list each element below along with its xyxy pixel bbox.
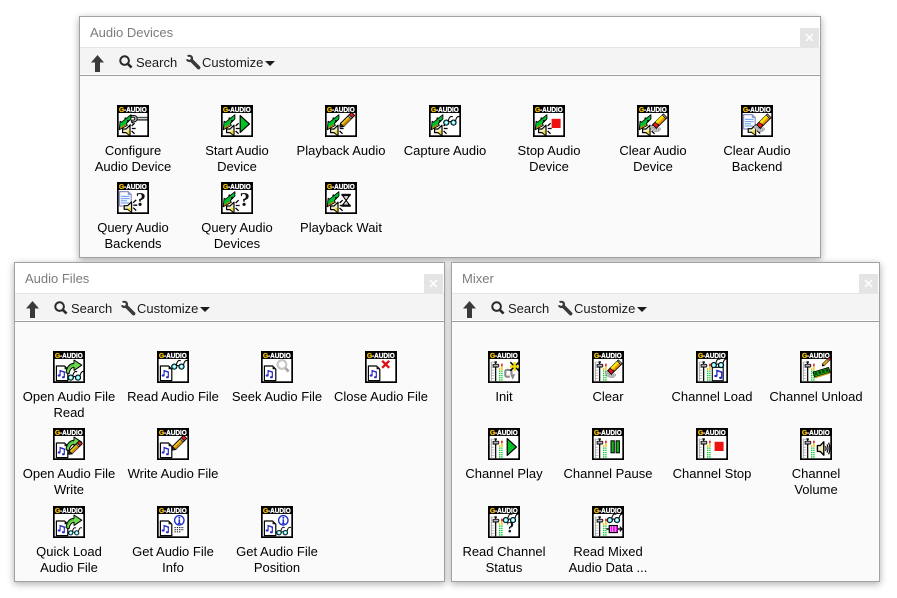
svg-text:?: ? [506,520,514,537]
